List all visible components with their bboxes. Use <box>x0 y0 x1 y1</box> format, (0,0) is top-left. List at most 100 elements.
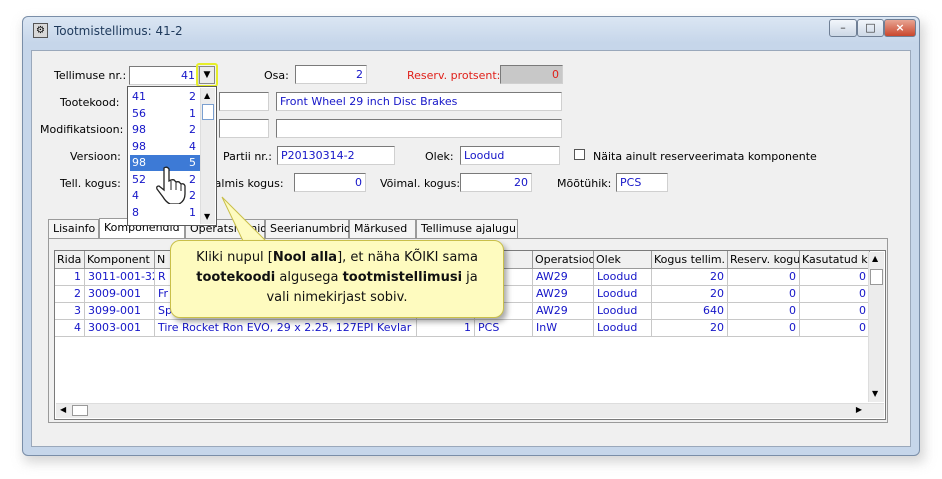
col-header-rida[interactable]: Rida <box>55 251 85 269</box>
dropdown-item[interactable]: 81 <box>130 205 200 221</box>
olek-field[interactable]: Loodud <box>460 146 560 165</box>
cell-komponent[interactable]: 3011-001-32I <box>85 269 155 286</box>
col-header-kasutatud[interactable]: Kasutatud k <box>800 251 870 269</box>
modifikatsioon-field[interactable] <box>219 119 269 138</box>
scroll-left-icon: ◀ <box>60 405 67 414</box>
cell-reserv-kogus[interactable]: 0 <box>728 269 800 286</box>
product-name-field[interactable]: Front Wheel 29 inch Disc Brakes <box>276 92 562 111</box>
col-header-reserv-kogus[interactable]: Reserv. kogu <box>728 251 800 269</box>
dropdown-item-order: 56 <box>132 106 146 120</box>
tootekood-field[interactable] <box>219 92 269 111</box>
dropdown-item-part: 2 <box>189 123 196 136</box>
dropdown-item[interactable]: 98 2 <box>130 122 200 138</box>
cell-operatsioon[interactable]: AW29 <box>533 303 594 320</box>
tellimuse-nr-field[interactable]: 41 <box>129 66 199 85</box>
voimal-field[interactable]: 20 <box>460 173 532 192</box>
cell-reserv-kogus[interactable]: 0 <box>728 303 800 320</box>
mootuhik-label: Mõõtühik: <box>557 177 612 190</box>
dropdown-item[interactable]: 56 1 <box>130 106 200 122</box>
cell-nimetus[interactable]: Tire Rocket Ron EVO, 29 x 2.25, 127EPI K… <box>155 320 417 337</box>
tab-lisainfo[interactable]: Lisainfo <box>48 219 99 238</box>
partii-field[interactable]: P20130314-2 <box>277 146 395 165</box>
cell-operatsioon[interactable]: AW29 <box>533 286 594 303</box>
cell-kogus-tellim[interactable]: 20 <box>652 320 728 337</box>
dropdown-item-part: 2 <box>189 90 196 103</box>
callout-pointer <box>221 196 270 244</box>
modifikatsioon-label: Modifikatsioon: <box>40 123 124 136</box>
dropdown-item-order: 98 <box>132 123 146 136</box>
minimize-button[interactable]: – <box>829 19 857 37</box>
col-header-kogus-tellim[interactable]: Kogus tellim. <box>652 251 728 269</box>
callout-bold-3: tootmistellimusi <box>342 270 463 285</box>
hscroll-thumb[interactable] <box>72 405 88 416</box>
scroll-up-icon: ▲ <box>872 254 879 263</box>
cell-komponent[interactable]: 3003-001 <box>85 320 155 337</box>
cell-kogus-tellim[interactable]: 20 <box>652 286 728 303</box>
dropdown-scroll-thumb[interactable] <box>202 104 214 120</box>
col-header-komponent[interactable]: Komponent <box>85 251 155 269</box>
osa-label: Osa: <box>264 69 289 82</box>
gear-icon: ⚙ <box>33 23 48 38</box>
reserv-label: Reserv. protsent: <box>407 69 501 82</box>
dropdown-item-part: 1 <box>189 205 196 219</box>
cell-olek[interactable]: Loodud <box>594 269 652 286</box>
cell-uhik[interactable]: PCS <box>475 320 533 337</box>
cell-rida[interactable]: 2 <box>55 286 85 303</box>
olek-label: Olek: <box>425 150 454 163</box>
cell-rida[interactable]: 1 <box>55 269 85 286</box>
cell-kasutatud[interactable]: 0 <box>800 286 870 303</box>
cell-olek[interactable]: Loodud <box>594 303 652 320</box>
window-title: Tootmistellimus: 41-2 <box>54 24 183 38</box>
tootekood-label: Tootekood: <box>60 96 120 109</box>
tab-markused[interactable]: Märkused <box>349 219 416 238</box>
cell-olek[interactable]: Loodud <box>594 286 652 303</box>
hand-pointer-icon <box>156 166 186 204</box>
cell-rida[interactable]: 4 <box>55 320 85 337</box>
scroll-up-icon: ▲ <box>204 91 211 100</box>
callout-bold-2: tootekoodi <box>196 270 276 285</box>
cell-operatsioon[interactable]: AW29 <box>533 269 594 286</box>
cell-reserv-kogus[interactable]: 0 <box>728 286 800 303</box>
tellimuse-nr-label: Tellimuse nr.: <box>54 69 127 82</box>
dropdown-item-part: 4 <box>189 139 196 153</box>
cell-kasutatud[interactable]: 0 <box>800 303 870 320</box>
tab-tellimuse-ajalugu[interactable]: Tellimuse ajalugu <box>416 219 518 238</box>
mootuhik-field[interactable]: PCS <box>616 173 668 192</box>
help-callout: Kliki nupul [Nool alla], et näha KÕIKI s… <box>170 240 504 318</box>
cell-rida[interactable]: 3 <box>55 303 85 320</box>
dropdown-item[interactable]: 41 2 <box>130 89 200 105</box>
cell-reserv-kogus[interactable]: 0 <box>728 320 800 337</box>
callout-text-1: Kliki nupul [ <box>196 250 273 265</box>
cell-kogus[interactable]: 1 <box>417 320 475 337</box>
cell-operatsioon[interactable]: InW <box>533 320 594 337</box>
col-header-operatsioon[interactable]: Operatsioo <box>533 251 594 269</box>
modifikatsioon-name-field[interactable] <box>276 119 562 138</box>
dropdown-item-order: 4 <box>132 189 139 202</box>
checkbox-label: Näita ainult reserveerimata komponente <box>593 150 817 163</box>
grid-horizontal-scrollbar[interactable]: ◀ ▶ <box>56 403 884 418</box>
dropdown-item-order: 98 <box>132 156 146 169</box>
cell-kogus-tellim[interactable]: 640 <box>652 303 728 320</box>
osa-field[interactable]: 2 <box>295 65 367 84</box>
dropdown-item[interactable]: 98 4 <box>130 139 200 155</box>
cell-komponent[interactable]: 3099-001 <box>85 303 155 320</box>
cell-olek[interactable]: Loodud <box>594 320 652 337</box>
col-header-olek[interactable]: Olek <box>594 251 652 269</box>
maximize-button[interactable]: □ <box>857 19 884 37</box>
dropdown-item-order: 41 <box>132 90 146 103</box>
versioon-label: Versioon: <box>70 150 121 163</box>
close-button[interactable]: × <box>884 19 916 37</box>
callout-text-3: algusega <box>275 270 343 285</box>
reserv-field: 0 <box>500 65 563 84</box>
valmis-label: Valmis kogus: <box>208 177 284 190</box>
grid-vertical-scrollbar[interactable]: ▲ ▼ <box>868 252 884 402</box>
cell-kasutatud[interactable]: 0 <box>800 320 870 337</box>
valmis-field[interactable]: 0 <box>294 173 366 192</box>
cell-komponent[interactable]: 3009-001 <box>85 286 155 303</box>
cell-kasutatud[interactable]: 0 <box>800 269 870 286</box>
unreserved-only-checkbox[interactable] <box>574 149 585 160</box>
tab-seerianumbrid[interactable]: Seerianumbrid <box>265 219 351 238</box>
scroll-thumb[interactable] <box>870 269 883 285</box>
dropdown-item-order: 98 <box>132 139 146 153</box>
cell-kogus-tellim[interactable]: 20 <box>652 269 728 286</box>
